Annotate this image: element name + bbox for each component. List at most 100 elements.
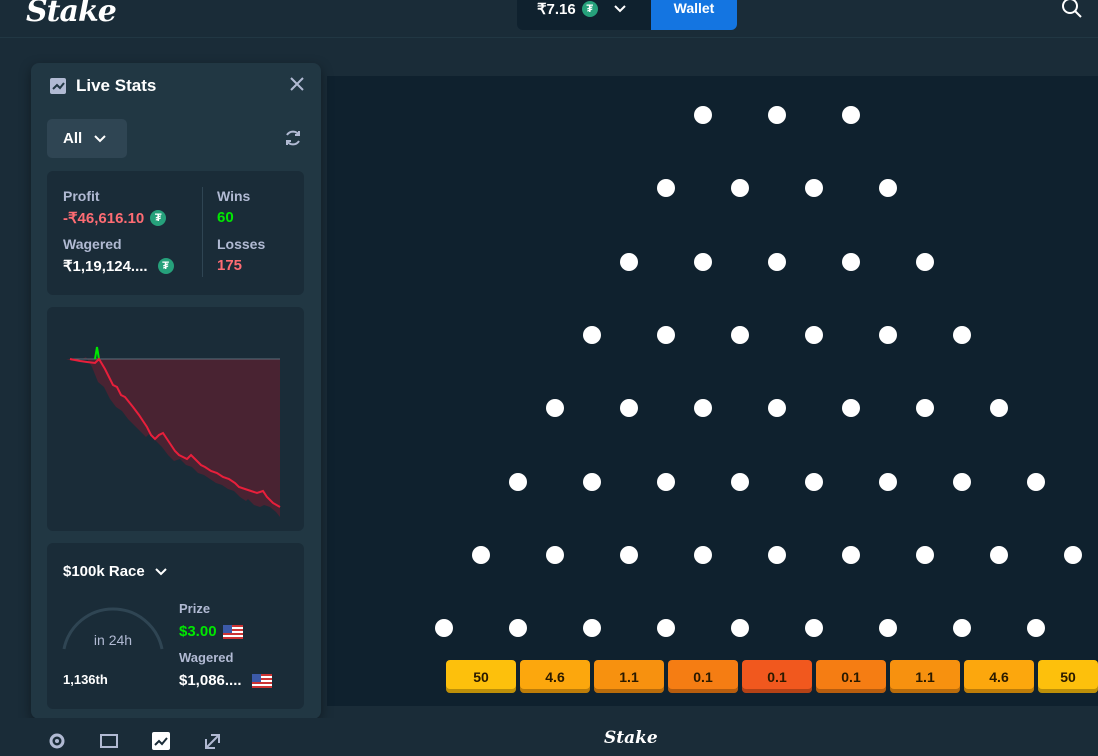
- plinko-peg: [805, 179, 823, 198]
- multiplier-bucket: 0.1: [742, 660, 812, 693]
- refresh-icon[interactable]: [283, 128, 303, 148]
- plinko-peg: [953, 472, 971, 491]
- plinko-peg: [509, 472, 527, 491]
- multiplier-bucket: 50: [1038, 660, 1098, 693]
- tether-icon: ₮: [581, 1, 598, 17]
- chart-trend-icon: [50, 78, 66, 94]
- plinko-peg: [620, 399, 638, 418]
- plinko-peg: [583, 472, 601, 491]
- filter-label: All: [63, 130, 83, 147]
- settings-gear-icon[interactable]: [47, 731, 67, 751]
- plinko-peg: [546, 399, 564, 418]
- plinko-peg: [694, 399, 712, 418]
- usd-flag-icon: [222, 624, 243, 639]
- plinko-peg: [842, 545, 860, 564]
- plinko-peg: [953, 325, 971, 344]
- plinko-peg: [916, 399, 934, 418]
- race-rank: 1,136th: [63, 672, 108, 687]
- chevron-down-icon: [155, 567, 167, 575]
- loss-area: [66, 357, 280, 517]
- plinko-peg: [879, 179, 897, 198]
- balance-selector[interactable]: ₹7.16 ₮: [517, 0, 652, 30]
- bottom-bar: Stake: [0, 718, 1098, 756]
- profit-chart[interactable]: [47, 307, 304, 531]
- plinko-peg: [990, 399, 1008, 418]
- plinko-peg: [472, 545, 490, 564]
- chevron-down-icon: [614, 5, 626, 13]
- multiplier-bucket: 0.1: [816, 660, 886, 693]
- multiplier-bucket: 0.1: [668, 660, 738, 693]
- wagered-value: ₹1,19,124.... ₮: [63, 257, 174, 275]
- plinko-peg: [657, 472, 675, 491]
- race-wagered-value: $1,086....: [179, 672, 272, 689]
- plinko-peg: [583, 619, 601, 638]
- tether-icon: ₮: [157, 258, 174, 274]
- tether-icon: ₮: [150, 210, 167, 226]
- multiplier-bucket: 4.6: [520, 660, 590, 693]
- plinko-peg: [953, 619, 971, 638]
- plinko-peg: [805, 325, 823, 344]
- plinko-peg: [1064, 545, 1082, 564]
- usd-flag-icon: [251, 673, 272, 688]
- plinko-peg: [435, 619, 453, 638]
- popout-icon[interactable]: [203, 731, 223, 751]
- plinko-peg: [879, 619, 897, 638]
- prize-amount: $3.00: [179, 623, 217, 640]
- wagered-label: Wagered: [63, 236, 122, 252]
- losses-label: Losses: [217, 236, 266, 252]
- plinko-peg: [842, 252, 860, 271]
- plinko-peg: [694, 545, 712, 564]
- prize-value: $3.00: [179, 623, 243, 640]
- plinko-peg: [879, 325, 897, 344]
- top-bar: Stake ₹7.16 ₮ Wallet: [0, 0, 1098, 38]
- plinko-peg: [990, 545, 1008, 564]
- search-icon[interactable]: [1060, 0, 1084, 20]
- profit-value: -₹46,616.10 ₮: [63, 209, 167, 227]
- close-icon[interactable]: [289, 76, 305, 92]
- theatre-mode-icon[interactable]: [99, 731, 119, 751]
- plinko-peg: [916, 545, 934, 564]
- live-stats-icon[interactable]: [151, 731, 171, 751]
- profit-chart-svg: [66, 346, 281, 517]
- plinko-peg: [805, 619, 823, 638]
- plinko-peg: [657, 619, 675, 638]
- plinko-peg: [768, 106, 786, 124]
- plinko-peg: [731, 619, 749, 638]
- plinko-peg: [694, 106, 712, 124]
- plinko-peg: [1027, 619, 1045, 638]
- race-title: $100k Race: [63, 563, 145, 580]
- plinko-peg: [509, 619, 527, 638]
- race-wagered-label: Wagered: [179, 650, 234, 665]
- chevron-down-icon: [94, 134, 106, 142]
- wallet-button[interactable]: Wallet: [651, 0, 737, 30]
- plinko-peg: [1027, 472, 1045, 491]
- plinko-peg: [620, 252, 638, 271]
- plinko-peg: [694, 252, 712, 271]
- plinko-peg: [583, 325, 601, 344]
- profit-amount: -₹46,616.10: [63, 210, 145, 227]
- prize-label: Prize: [179, 601, 211, 616]
- wins-label: Wins: [217, 188, 251, 204]
- profit-label: Profit: [63, 188, 100, 204]
- stake-logo[interactable]: Stake: [26, 0, 117, 29]
- plinko-peg: [546, 545, 564, 564]
- stats-summary: Profit -₹46,616.10 ₮ Wagered ₹1,19,124..…: [47, 171, 304, 295]
- plinko-peg: [916, 252, 934, 271]
- plinko-peg: [620, 545, 638, 564]
- plinko-board: 50 4.6 1.1 0.1 0.1 0.1 1.1 4.6 50: [327, 76, 1098, 706]
- multiplier-bucket: 1.1: [594, 660, 664, 693]
- plinko-peg: [731, 472, 749, 491]
- footer-stake-logo: Stake: [604, 728, 658, 748]
- live-stats-panel: Live Stats All Profit -₹46,616.10 ₮ Wage…: [31, 63, 321, 719]
- balance-amount: ₹7.16: [537, 1, 576, 18]
- wins-value: 60: [217, 209, 234, 226]
- plinko-peg: [731, 179, 749, 198]
- plinko-peg: [657, 325, 675, 344]
- stats-filter-dropdown[interactable]: All: [47, 119, 127, 158]
- losses-value: 175: [217, 257, 243, 274]
- plinko-peg: [805, 472, 823, 491]
- race-card: $100k Race in 24h 1,136th Prize $3.00 Wa…: [47, 543, 304, 709]
- panel-title: Live Stats: [76, 76, 157, 95]
- plinko-peg: [879, 472, 897, 491]
- race-dropdown[interactable]: $100k Race: [63, 563, 167, 580]
